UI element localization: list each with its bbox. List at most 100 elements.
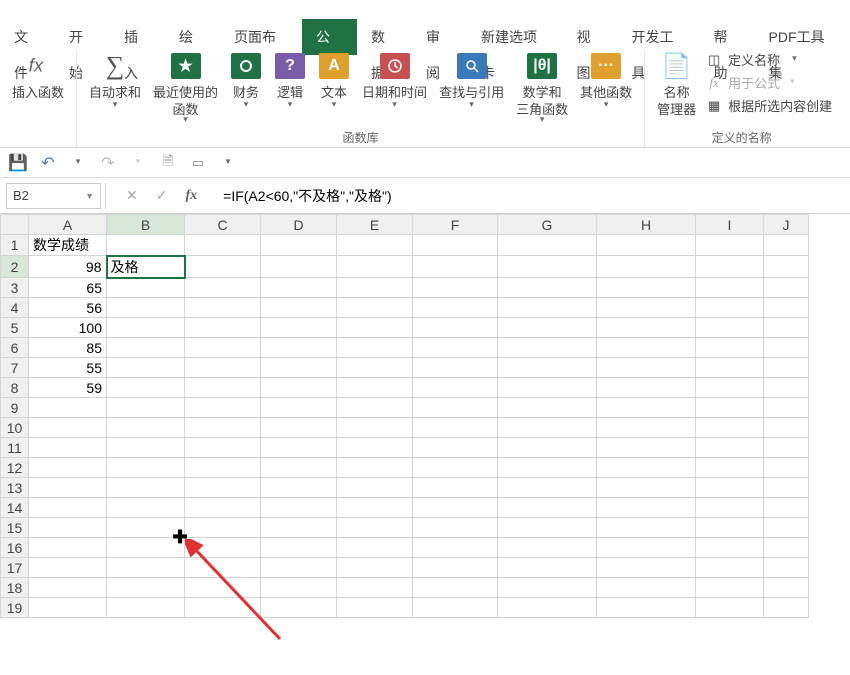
cell-H19[interactable] (597, 598, 696, 618)
row-header-19[interactable]: 19 (1, 598, 29, 618)
row-header-10[interactable]: 10 (1, 418, 29, 438)
cell-I9[interactable] (696, 398, 764, 418)
cell-G12[interactable] (498, 458, 597, 478)
cell-G19[interactable] (498, 598, 597, 618)
cell-A18[interactable] (29, 578, 107, 598)
cell-C19[interactable] (185, 598, 261, 618)
cell-J7[interactable] (764, 358, 809, 378)
cell-F17[interactable] (413, 558, 498, 578)
row-header-7[interactable]: 7 (1, 358, 29, 378)
cell-F7[interactable] (413, 358, 498, 378)
cell-A3[interactable]: 65 (29, 278, 107, 298)
cell-A9[interactable] (29, 398, 107, 418)
col-header-B[interactable]: B (107, 215, 185, 235)
col-header-A[interactable]: A (29, 215, 107, 235)
touch-mode-icon[interactable]: ▭ (188, 153, 208, 173)
cell-I8[interactable] (696, 378, 764, 398)
cell-G14[interactable] (498, 498, 597, 518)
cell-A4[interactable]: 56 (29, 298, 107, 318)
datetime-button[interactable]: 日期和时间▾ (356, 50, 433, 125)
logic-button[interactable]: ? 逻辑▾ (268, 50, 312, 125)
cell-C17[interactable] (185, 558, 261, 578)
cell-E4[interactable] (337, 298, 413, 318)
cell-F1[interactable] (413, 235, 498, 256)
cell-E2[interactable] (337, 256, 413, 278)
cell-J12[interactable] (764, 458, 809, 478)
cell-I12[interactable] (696, 458, 764, 478)
cell-A14[interactable] (29, 498, 107, 518)
cell-C3[interactable] (185, 278, 261, 298)
redo-icon[interactable]: ↷ (98, 153, 118, 173)
math-button[interactable]: |θ| 数学和 三角函数▾ (510, 50, 574, 125)
cancel-formula-icon[interactable]: ✕ (126, 187, 138, 204)
cell-H9[interactable] (597, 398, 696, 418)
cell-J1[interactable] (764, 235, 809, 256)
recent-button[interactable]: ★ 最近使用的 函数▾ (147, 50, 224, 125)
cell-D5[interactable] (261, 318, 337, 338)
cell-E16[interactable] (337, 538, 413, 558)
cell-A10[interactable] (29, 418, 107, 438)
chevron-down-icon[interactable]: ▼ (85, 191, 94, 201)
cell-C9[interactable] (185, 398, 261, 418)
preview-icon[interactable]: 🗎 (158, 153, 178, 173)
cell-B9[interactable] (107, 398, 185, 418)
text-button[interactable]: A 文本▾ (312, 50, 356, 125)
accept-formula-icon[interactable]: ✓ (156, 187, 168, 204)
row-header-8[interactable]: 8 (1, 378, 29, 398)
cell-B12[interactable] (107, 458, 185, 478)
row-header-15[interactable]: 15 (1, 518, 29, 538)
cell-I14[interactable] (696, 498, 764, 518)
cell-J6[interactable] (764, 338, 809, 358)
cell-H16[interactable] (597, 538, 696, 558)
cell-G10[interactable] (498, 418, 597, 438)
cell-C7[interactable] (185, 358, 261, 378)
cell-H4[interactable] (597, 298, 696, 318)
col-header-D[interactable]: D (261, 215, 337, 235)
cell-H18[interactable] (597, 578, 696, 598)
row-header-4[interactable]: 4 (1, 298, 29, 318)
cell-J19[interactable] (764, 598, 809, 618)
cell-E12[interactable] (337, 458, 413, 478)
cell-J8[interactable] (764, 378, 809, 398)
select-all-corner[interactable] (1, 215, 29, 235)
cell-A5[interactable]: 100 (29, 318, 107, 338)
cell-B18[interactable] (107, 578, 185, 598)
cell-G6[interactable] (498, 338, 597, 358)
cell-B1[interactable] (107, 235, 185, 256)
lookup-button[interactable]: 查找与引用▾ (433, 50, 510, 125)
cell-C10[interactable] (185, 418, 261, 438)
cell-H14[interactable] (597, 498, 696, 518)
cell-J9[interactable] (764, 398, 809, 418)
cell-B7[interactable] (107, 358, 185, 378)
cell-B14[interactable] (107, 498, 185, 518)
cell-H13[interactable] (597, 478, 696, 498)
cell-D1[interactable] (261, 235, 337, 256)
cell-E8[interactable] (337, 378, 413, 398)
cell-E13[interactable] (337, 478, 413, 498)
cell-C14[interactable] (185, 498, 261, 518)
cell-A12[interactable] (29, 458, 107, 478)
cell-G7[interactable] (498, 358, 597, 378)
row-header-1[interactable]: 1 (1, 235, 29, 256)
cell-F10[interactable] (413, 418, 498, 438)
create-from-selection-button[interactable]: ▦根据所选内容创建 (706, 96, 832, 115)
cell-G11[interactable] (498, 438, 597, 458)
col-header-F[interactable]: F (413, 215, 498, 235)
cell-J15[interactable] (764, 518, 809, 538)
undo-icon[interactable]: ↶ (38, 153, 58, 173)
cell-J13[interactable] (764, 478, 809, 498)
define-name-button[interactable]: ◫定义名称▾ (706, 50, 832, 69)
cell-D11[interactable] (261, 438, 337, 458)
cell-G1[interactable] (498, 235, 597, 256)
cell-J16[interactable] (764, 538, 809, 558)
cell-A15[interactable] (29, 518, 107, 538)
cell-F11[interactable] (413, 438, 498, 458)
cell-I17[interactable] (696, 558, 764, 578)
cell-D8[interactable] (261, 378, 337, 398)
cell-J18[interactable] (764, 578, 809, 598)
row-header-12[interactable]: 12 (1, 458, 29, 478)
cell-E10[interactable] (337, 418, 413, 438)
cell-C5[interactable] (185, 318, 261, 338)
cell-A17[interactable] (29, 558, 107, 578)
cell-I7[interactable] (696, 358, 764, 378)
